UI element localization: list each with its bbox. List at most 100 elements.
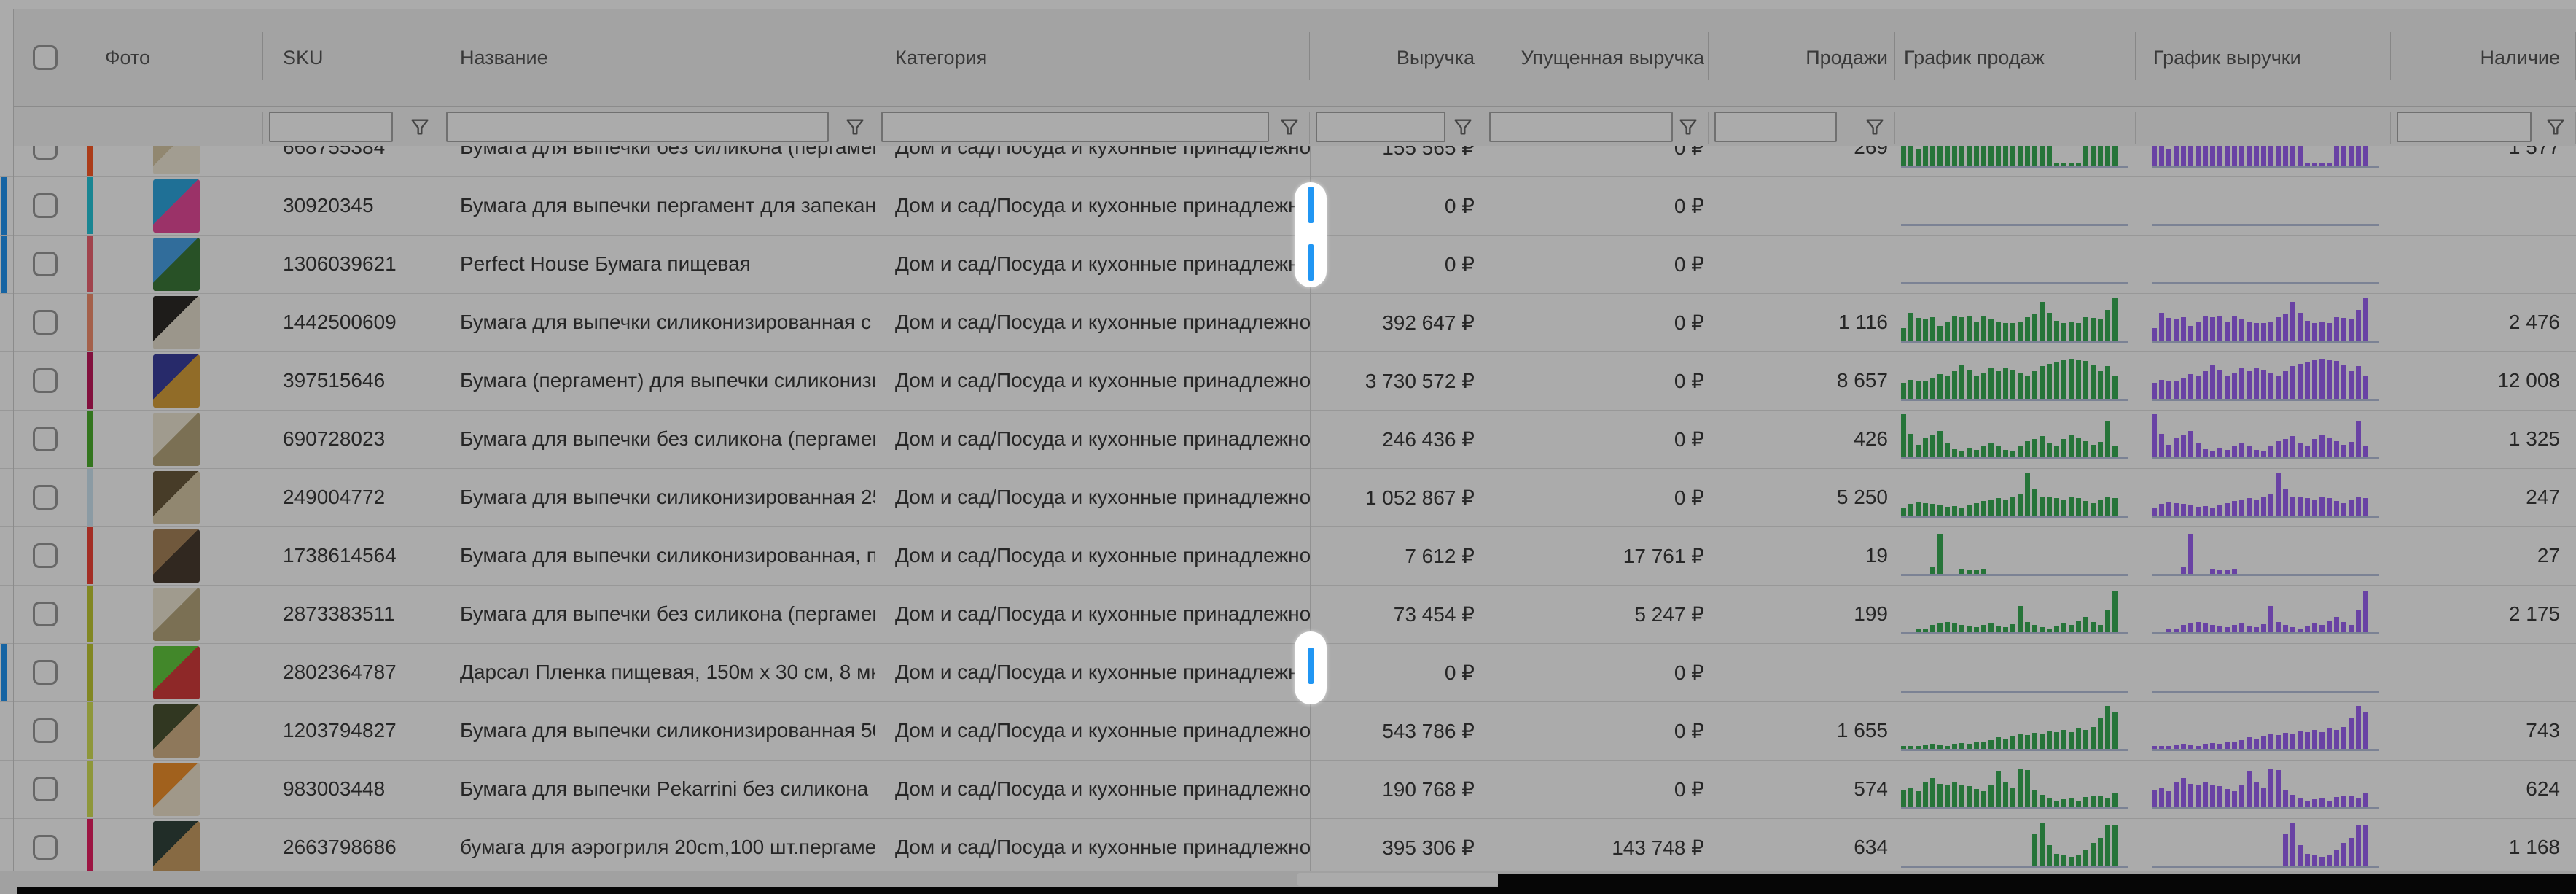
product-photo[interactable]: [153, 413, 200, 466]
lost-filter-input[interactable]: [1489, 112, 1673, 142]
product-photo[interactable]: [153, 471, 200, 524]
column-header-lost[interactable]: Упущенная выручка: [1483, 9, 1709, 106]
product-photo[interactable]: [153, 763, 200, 816]
product-name-link[interactable]: Бумага для выпечки Pekarrini без силикон…: [440, 761, 875, 817]
sales-value: [1709, 177, 1895, 234]
sku-link[interactable]: 1306039621: [263, 236, 440, 292]
column-header-sales[interactable]: Продажи: [1709, 9, 1895, 106]
filter-funnel-icon[interactable]: [1678, 117, 1698, 137]
product-name-link[interactable]: Perfect House Бумага пищевая: [440, 236, 875, 292]
sku-link[interactable]: 2663798686: [263, 819, 440, 871]
product-photo[interactable]: [153, 646, 200, 699]
row-checkbox[interactable]: [33, 543, 58, 568]
sku-link[interactable]: 2802364787: [263, 644, 440, 701]
sparkline-baseline: [1901, 866, 2128, 868]
product-name-link[interactable]: Бумага для выпечки пергамент для запекан…: [440, 177, 875, 234]
product-name-link[interactable]: Бумага для выпечки без силикона (пергаме…: [440, 411, 875, 467]
filter-funnel-icon[interactable]: [1865, 117, 1885, 137]
column-header-label: SKU: [263, 47, 324, 69]
category-link[interactable]: Дом и сад/Посуда и кухонные принадлежно: [875, 702, 1310, 759]
category-link[interactable]: Дом и сад/Посуда и кухонные принадлежно: [875, 819, 1310, 871]
sku-link[interactable]: 2873383511: [263, 586, 440, 642]
product-name-link[interactable]: Бумага для выпечки силиконизированная 25: [440, 469, 875, 526]
category-link[interactable]: Дом и сад/Посуда и кухонные принадлежно: [875, 294, 1310, 351]
category-link[interactable]: Дом и сад/Посуда и кухонные принадлежно: [875, 644, 1310, 701]
stock-filter-input[interactable]: [2397, 112, 2532, 142]
category-link[interactable]: Дом и сад/Посуда и кухонные принадлежно: [875, 236, 1310, 292]
category-link[interactable]: Дом и сад/Посуда и кухонные принадлежно: [875, 146, 1310, 176]
product-name-link[interactable]: Бумага для выпечки без силикона (пергаме…: [440, 146, 875, 176]
product-photo[interactable]: [153, 179, 200, 233]
column-header-stock[interactable]: Наличие: [2391, 9, 2576, 106]
row-checkbox[interactable]: [33, 777, 58, 801]
horizontal-scrollbar-thumb[interactable]: [1297, 873, 1498, 886]
row-checkbox[interactable]: [33, 193, 58, 218]
product-name-link[interactable]: Бумага для выпечки силиконизированная, п: [440, 527, 875, 584]
category-link[interactable]: Дом и сад/Посуда и кухонные принадлежно: [875, 527, 1310, 584]
row-checkbox[interactable]: [33, 146, 58, 160]
sku-link[interactable]: 397515646: [263, 352, 440, 409]
revenue-filter-input[interactable]: [1316, 112, 1445, 142]
name-filter-input[interactable]: [446, 112, 829, 142]
row-checkbox[interactable]: [33, 485, 58, 510]
row-checkbox[interactable]: [33, 718, 58, 743]
category-link[interactable]: Дом и сад/Посуда и кухонные принадлежно: [875, 352, 1310, 409]
sku-filter-input[interactable]: [269, 112, 393, 142]
product-name-link[interactable]: Бумага для выпечки силиконизированная с …: [440, 294, 875, 351]
column-header-name[interactable]: Название: [440, 9, 875, 106]
filter-funnel-icon[interactable]: [845, 117, 865, 137]
column-header-sku[interactable]: SKU: [263, 9, 440, 106]
sku-link[interactable]: 30920345: [263, 177, 440, 234]
product-photo[interactable]: [153, 354, 200, 408]
sku-link[interactable]: 668755384: [263, 146, 440, 176]
column-header-photo[interactable]: Фото: [85, 9, 263, 106]
row-checkbox[interactable]: [33, 660, 58, 685]
column-header-chart_revenue[interactable]: График выручки: [2136, 9, 2391, 106]
lost-revenue-value: 0 ₽: [1483, 146, 1709, 176]
product-photo[interactable]: [153, 146, 200, 174]
column-header-category[interactable]: Категория: [875, 9, 1310, 106]
row-checkbox[interactable]: [33, 252, 58, 276]
category-link[interactable]: Дом и сад/Посуда и кухонные принадлежно: [875, 586, 1310, 642]
select-all-checkbox[interactable]: [33, 45, 58, 70]
product-photo[interactable]: [153, 238, 200, 291]
filter-funnel-icon[interactable]: [1453, 117, 1473, 137]
sku-link[interactable]: 1442500609: [263, 294, 440, 351]
product-photo[interactable]: [153, 821, 200, 871]
row-checkbox[interactable]: [33, 835, 58, 860]
filter-funnel-icon[interactable]: [410, 117, 430, 137]
sku-link[interactable]: 1738614564: [263, 527, 440, 584]
table-row: 2873383511 Бумага для выпечки без силико…: [0, 586, 2576, 644]
sku-link[interactable]: 983003448: [263, 761, 440, 817]
sku-link[interactable]: 1203794827: [263, 702, 440, 759]
sales-filter-input[interactable]: [1714, 112, 1837, 142]
category-link[interactable]: Дом и сад/Посуда и кухонные принадлежно: [875, 761, 1310, 817]
category-link[interactable]: Дом и сад/Посуда и кухонные принадлежно: [875, 177, 1310, 234]
filter-funnel-icon[interactable]: [2545, 117, 2566, 137]
filter-funnel-icon[interactable]: [1279, 117, 1300, 137]
product-photo[interactable]: [153, 704, 200, 758]
revenue-sparkline-cell: [2136, 761, 2391, 817]
sku-link[interactable]: 690728023: [263, 411, 440, 467]
category-filter-input[interactable]: [881, 112, 1269, 142]
product-photo[interactable]: [153, 529, 200, 583]
category-link[interactable]: Дом и сад/Посуда и кухонные принадлежно: [875, 411, 1310, 467]
row-checkbox[interactable]: [33, 427, 58, 451]
product-name-link[interactable]: Бумага для выпечки силиконизированная 50: [440, 702, 875, 759]
product-name-link[interactable]: бумага для аэрогриля 20cm,100 шт.пергаме…: [440, 819, 875, 871]
row-checkbox[interactable]: [33, 602, 58, 626]
product-name-link[interactable]: Бумага (пергамент) для выпечки силикониз…: [440, 352, 875, 409]
column-header-chart_sales[interactable]: График продаж: [1895, 9, 2136, 106]
product-photo[interactable]: [153, 588, 200, 641]
product-name-link[interactable]: Дарсал Пленка пищевая, 150м x 30 см, 8 м…: [440, 644, 875, 701]
sales-sparkline-cell: [1895, 352, 2136, 409]
product-photo[interactable]: [153, 296, 200, 349]
row-checkbox[interactable]: [33, 310, 58, 335]
sku-link[interactable]: 249004772: [263, 469, 440, 526]
lost-revenue-value: 143 748 ₽: [1483, 819, 1709, 871]
product-name-link[interactable]: Бумага для выпечки без силикона (пергаме…: [440, 586, 875, 642]
sparkline-baseline: [2152, 574, 2379, 576]
row-checkbox[interactable]: [33, 368, 58, 393]
column-header-revenue[interactable]: Выручка: [1310, 9, 1483, 106]
category-link[interactable]: Дом и сад/Посуда и кухонные принадлежно: [875, 469, 1310, 526]
